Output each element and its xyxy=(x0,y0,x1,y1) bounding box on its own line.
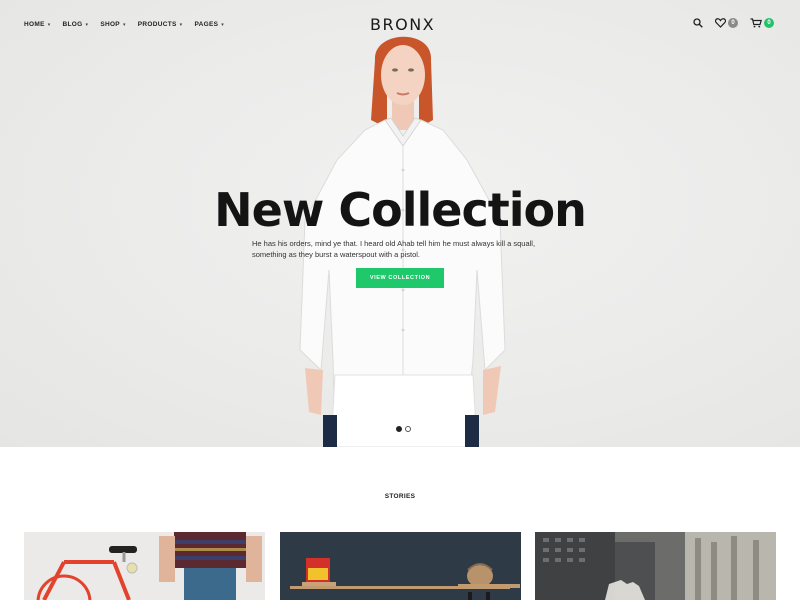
hero-slider: HOME ▾ BLOG ▾ SHOP ▾ PRODUCTS ▾ PAGES ▾ … xyxy=(0,0,800,447)
chevron-down-icon: ▾ xyxy=(179,21,183,28)
slider-dot-2[interactable] xyxy=(405,426,411,432)
nav-item-label: SHOP xyxy=(100,21,120,28)
hero-description-line: something as they burst a waterspout wit… xyxy=(252,250,421,259)
nav-item-label: HOME xyxy=(24,21,45,28)
chevron-down-icon: ▾ xyxy=(85,21,89,28)
hero-description-line: He has his orders, mind ye that. I heard… xyxy=(252,239,536,248)
hero-description: He has his orders, mind ye that. I heard… xyxy=(252,238,552,260)
search-icon xyxy=(693,18,703,28)
story-card-city[interactable] xyxy=(535,532,776,600)
nav-item-blog[interactable]: BLOG ▾ xyxy=(63,21,89,28)
cart-icon xyxy=(750,18,762,28)
slider-dot-1[interactable] xyxy=(396,426,402,432)
heart-icon xyxy=(715,18,726,28)
search-button[interactable] xyxy=(693,18,703,28)
nav-item-home[interactable]: HOME ▾ xyxy=(24,21,51,28)
nav-item-shop[interactable]: SHOP ▾ xyxy=(100,21,125,28)
chevron-down-icon: ▾ xyxy=(122,21,126,28)
story-image-city xyxy=(535,532,776,600)
wishlist-count-badge: 0 xyxy=(728,18,738,28)
chevron-down-icon: ▾ xyxy=(47,21,51,28)
nav-item-label: PAGES xyxy=(194,21,219,28)
wishlist-button[interactable]: 0 xyxy=(715,18,738,28)
header-actions: 0 0 xyxy=(681,18,774,28)
site-logo[interactable]: BRONX xyxy=(370,14,434,36)
nav-item-pages[interactable]: PAGES ▾ xyxy=(194,21,224,28)
chevron-down-icon: ▾ xyxy=(221,21,225,28)
story-card-shelf[interactable] xyxy=(280,532,521,600)
story-image-shelf xyxy=(280,532,521,600)
slider-pagination xyxy=(396,426,411,432)
story-card-bicycle[interactable] xyxy=(24,532,265,600)
nav-item-products[interactable]: PRODUCTS ▾ xyxy=(138,21,183,28)
main-nav: HOME ▾ BLOG ▾ SHOP ▾ PRODUCTS ▾ PAGES ▾ xyxy=(24,21,236,28)
hero-title: New Collection xyxy=(214,183,587,237)
cart-count-badge: 0 xyxy=(764,18,774,28)
view-collection-button[interactable]: VIEW COLLECTION xyxy=(356,268,444,288)
nav-item-label: BLOG xyxy=(62,21,83,28)
cart-button[interactable]: 0 xyxy=(750,18,774,28)
story-image-bicycle xyxy=(24,532,265,600)
stories-heading: STORIES xyxy=(384,493,416,500)
nav-item-label: PRODUCTS xyxy=(137,21,177,28)
